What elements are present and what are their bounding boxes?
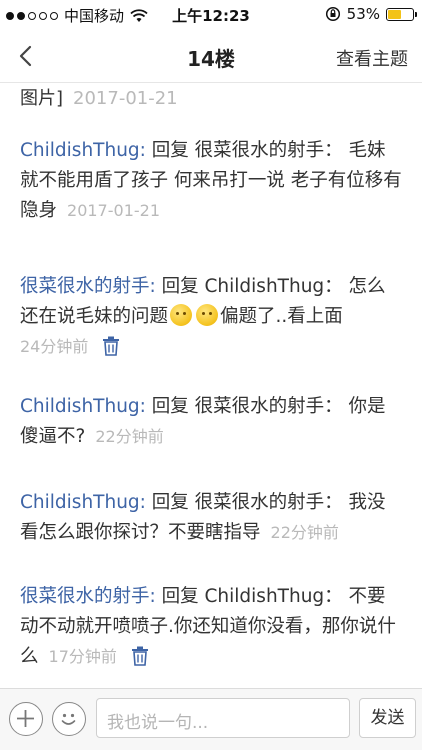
thinking-face-emoji <box>196 304 219 326</box>
battery-icon <box>386 7 417 21</box>
trash-icon[interactable] <box>131 646 149 666</box>
smiley-icon <box>61 713 76 725</box>
plus-icon <box>17 710 34 727</box>
trash-icon[interactable] <box>102 336 120 356</box>
reply-item: 很菜很水的射手: 回复 ChildishThug： 怎么还在说毛妹的问题 偏题了.… <box>20 272 404 362</box>
send-button[interactable]: 发送 <box>359 698 416 738</box>
screen: 中国移动 上午12:23 53% 14楼 查看主题 图片] 2017-01-21… <box>0 0 422 750</box>
reply-item: ChildishThug: 回复 很菜很水的射手： 毛妹就不能用盾了孩子 何来吊… <box>20 136 404 226</box>
reply-item: 很菜很水的射手: 回复 ChildishThug： 不要动不动就开喷喷子.你还知… <box>20 582 404 672</box>
status-bar: 中国移动 上午12:23 53% <box>0 0 422 30</box>
reply-toolbar: 我也说一句... 发送 <box>0 688 422 750</box>
previous-reply-fragment: 图片] 2017-01-21 <box>20 84 178 114</box>
reply-time: 24分钟前 <box>20 337 89 356</box>
status-right: 53% <box>325 5 417 23</box>
reply-time: 17分钟前 <box>48 647 117 666</box>
battery-percent: 53% <box>346 5 380 23</box>
orientation-lock-icon <box>325 6 340 22</box>
fragment-time: 2017-01-21 <box>73 88 178 109</box>
reply-author[interactable]: ChildishThug: <box>20 492 146 513</box>
reply-body-continued: 偏题了..看上面 <box>220 306 343 327</box>
reply-input[interactable]: 我也说一句... <box>96 698 350 738</box>
reply-time: 22分钟前 <box>270 523 339 542</box>
fragment-text: 图片] <box>20 88 64 109</box>
reply-list: 图片] 2017-01-21 ChildishThug: 回复 很菜很水的射手： … <box>0 82 422 688</box>
reply-author[interactable]: 很菜很水的射手: <box>20 586 156 607</box>
reply-author[interactable]: ChildishThug: <box>20 140 146 161</box>
reply-author[interactable]: ChildishThug: <box>20 396 146 417</box>
thinking-face-emoji <box>170 304 193 326</box>
reply-item: ChildishThug: 回复 很菜很水的射手： 你是傻逼不? 22分钟前 <box>20 392 404 452</box>
reply-author[interactable]: 很菜很水的射手: <box>20 276 156 297</box>
reply-time: 2017-01-21 <box>67 201 160 220</box>
emoji-button[interactable] <box>52 702 86 736</box>
reply-item: ChildishThug: 回复 很菜很水的射手： 我没看怎么跟你探讨？不要瞎指… <box>20 488 404 548</box>
add-attachment-button[interactable] <box>9 702 43 736</box>
battery-fill <box>388 9 401 19</box>
view-topic-button[interactable]: 查看主题 <box>336 45 408 71</box>
nav-bar: 14楼 查看主题 <box>0 30 422 83</box>
reply-time: 22分钟前 <box>95 427 164 446</box>
